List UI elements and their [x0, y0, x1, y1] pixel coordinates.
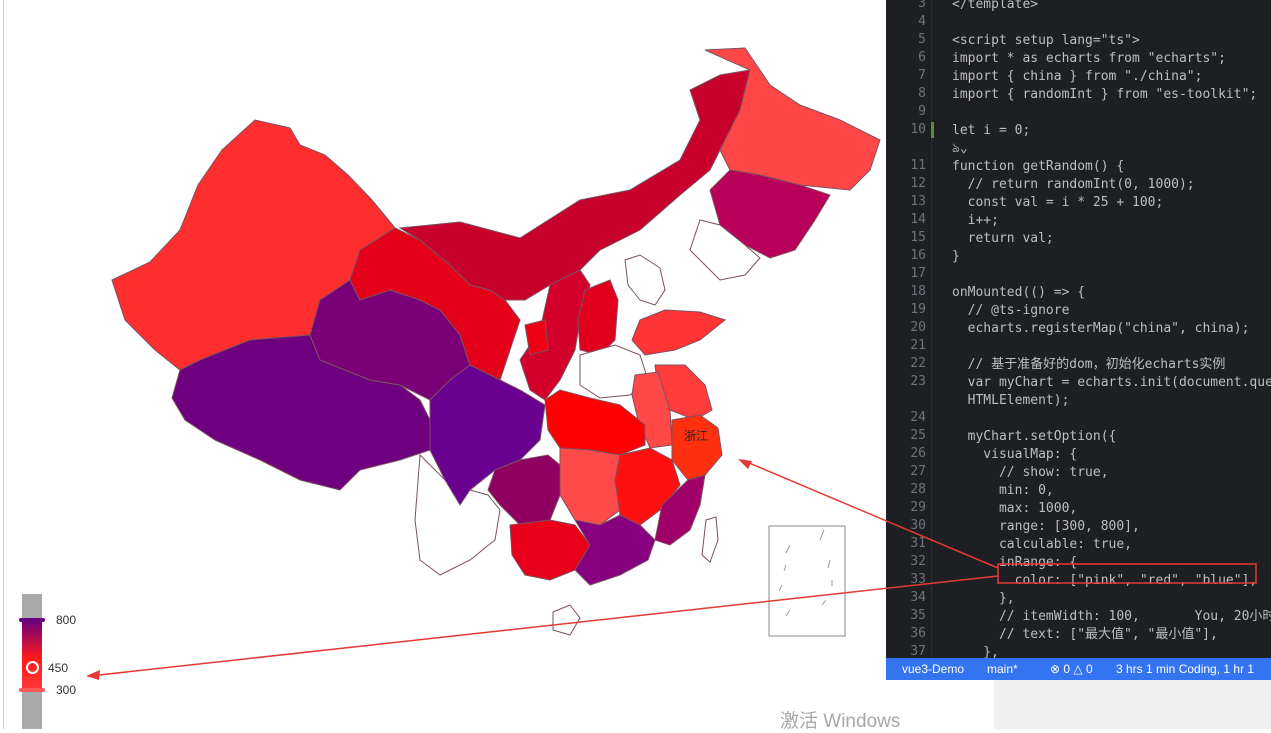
arrow-to-map	[741, 459, 999, 569]
status-project[interactable]: vue3-Demo	[902, 662, 964, 676]
arrow-to-visualmap	[89, 575, 999, 677]
window-background	[886, 680, 994, 729]
highlight-box	[997, 563, 1257, 584]
status-problems[interactable]: ⊗ 0 △ 0	[1050, 662, 1093, 676]
arrowhead-visualmap	[86, 670, 100, 680]
status-coding-time[interactable]: 3 hrs 1 min Coding, 1 hr 1	[1116, 662, 1254, 676]
status-bar: vue3-Demo main* ⊗ 0 △ 0 3 hrs 1 min Codi…	[886, 658, 1271, 680]
annotation-overlay	[86, 459, 1257, 680]
arrowhead-map	[738, 459, 752, 469]
status-branch[interactable]: main*	[987, 662, 1018, 676]
